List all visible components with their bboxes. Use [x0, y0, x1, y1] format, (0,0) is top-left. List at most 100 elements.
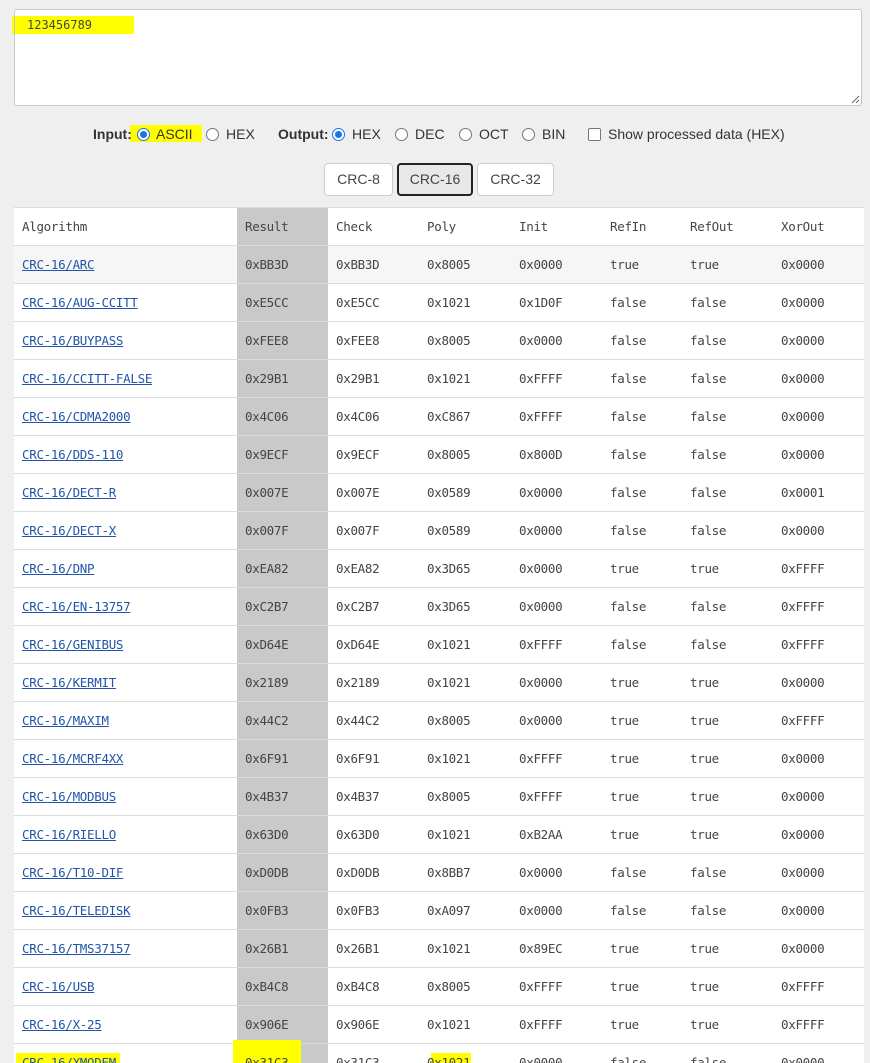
algorithm-cell[interactable]: CRC-16/RIELLO: [22, 816, 232, 853]
algorithm-link[interactable]: CRC-16/TMS37157: [22, 941, 131, 956]
resize-grip-icon[interactable]: [850, 94, 860, 104]
init-cell: 0xFFFF: [519, 398, 599, 435]
algorithm-cell[interactable]: CRC-16/GENIBUS: [22, 626, 232, 663]
algorithm-cell[interactable]: CRC-16/DDS-110: [22, 436, 232, 473]
output-oct-radio[interactable]: [459, 128, 472, 141]
algorithm-cell[interactable]: CRC-16/CDMA2000: [22, 398, 232, 435]
refin-cell-text: false: [610, 371, 647, 386]
refin-cell-text: false: [610, 903, 647, 918]
algorithm-link[interactable]: CRC-16/T10-DIF: [22, 865, 123, 880]
output-dec-radio[interactable]: [395, 128, 408, 141]
algorithm-cell[interactable]: CRC-16/CCITT-FALSE: [22, 360, 232, 397]
input-label: Input:: [93, 126, 132, 142]
algorithm-link[interactable]: CRC-16/DDS-110: [22, 447, 123, 462]
table-row: CRC-16/AUG-CCITT 0xE5CC 0xE5CC 0x1021 0x1D0F…: [14, 284, 864, 322]
tab-crc-32[interactable]: CRC-32: [477, 163, 554, 196]
algorithm-cell[interactable]: CRC-16/T10-DIF: [22, 854, 232, 891]
algorithm-cell[interactable]: CRC-16/DECT-R: [22, 474, 232, 511]
input-hex-radio[interactable]: [206, 128, 219, 141]
algorithm-link[interactable]: CRC-16/DECT-X: [22, 523, 116, 538]
refin-cell-text: true: [610, 941, 639, 956]
init-cell: 0x0000: [519, 550, 599, 587]
algorithm-link[interactable]: CRC-16/EN-13757: [22, 599, 131, 614]
header-result: Result: [237, 208, 328, 245]
table-row: CRC-16/BUYPASS 0xFEE8 0xFEE8 0x8005 0x0000 fa…: [14, 322, 864, 360]
algorithm-link[interactable]: CRC-16/CDMA2000: [22, 409, 131, 424]
algorithm-cell[interactable]: CRC-16/DNP: [22, 550, 232, 587]
output-oct-label[interactable]: OCT: [479, 126, 509, 142]
algorithm-link[interactable]: CRC-16/BUYPASS: [22, 333, 123, 348]
input-ascii-label[interactable]: ASCII: [156, 126, 193, 142]
check-cell: 0x6F91: [336, 740, 416, 777]
poly-cell: 0x8005: [427, 322, 507, 359]
result-cell-text: 0xEA82: [245, 561, 289, 576]
algorithm-link[interactable]: CRC-16/USB: [22, 979, 95, 994]
poly-cell: 0x8005: [427, 778, 507, 815]
output-bin-radio[interactable]: [522, 128, 535, 141]
result-cell: 0x29B1: [237, 360, 328, 397]
refout-cell: false: [690, 1044, 770, 1063]
algorithm-cell[interactable]: CRC-16/X-25: [22, 1006, 232, 1043]
algorithm-link[interactable]: CRC-16/DECT-R: [22, 485, 116, 500]
check-cell-text: 0x26B1: [336, 941, 380, 956]
algorithm-cell[interactable]: CRC-16/TMS37157: [22, 930, 232, 967]
algorithm-link[interactable]: CRC-16/AUG-CCITT: [22, 295, 138, 310]
algorithm-cell[interactable]: CRC-16/BUYPASS: [22, 322, 232, 359]
show-processed-label[interactable]: Show processed data (HEX): [608, 126, 785, 142]
algorithm-cell[interactable]: CRC-16/ARC: [22, 246, 232, 283]
refin-cell: false: [610, 436, 680, 473]
algorithm-link[interactable]: CRC-16/KERMIT: [22, 675, 116, 690]
algorithm-cell[interactable]: CRC-16/XMODEM: [16, 1044, 232, 1063]
algorithm-link[interactable]: CRC-16/ARC: [22, 257, 95, 272]
init-cell: 0xFFFF: [519, 360, 599, 397]
algorithm-link[interactable]: CRC-16/MCRF4XX: [22, 751, 123, 766]
check-cell-text: 0x007E: [336, 485, 380, 500]
algorithm-link[interactable]: CRC-16/MAXIM: [22, 713, 109, 728]
algorithm-link[interactable]: CRC-16/GENIBUS: [22, 637, 123, 652]
algorithm-cell[interactable]: CRC-16/AUG-CCITT: [22, 284, 232, 321]
result-cell-text: 0xE5CC: [245, 295, 289, 310]
output-dec-label[interactable]: DEC: [415, 126, 445, 142]
refout-cell: false: [690, 436, 770, 473]
algorithm-link[interactable]: CRC-16/CCITT-FALSE: [22, 371, 152, 386]
table-row: CRC-16/DECT-X 0x007F 0x007F 0x0589 0x0000 fal…: [14, 512, 864, 550]
refout-cell: false: [690, 474, 770, 511]
tab-crc-16[interactable]: CRC-16: [397, 163, 473, 196]
result-cell-text: 0xC2B7: [245, 599, 289, 614]
algorithm-cell[interactable]: CRC-16/KERMIT: [22, 664, 232, 701]
algorithm-link[interactable]: CRC-16/X-25: [22, 1017, 102, 1032]
tab-crc-8[interactable]: CRC-8: [324, 163, 393, 196]
input-hex-label[interactable]: HEX: [226, 126, 255, 142]
xorout-cell: 0x0001: [781, 474, 861, 511]
algorithm-cell[interactable]: CRC-16/MAXIM: [22, 702, 232, 739]
output-hex-label[interactable]: HEX: [352, 126, 381, 142]
algorithm-link[interactable]: CRC-16/TELEDISK: [22, 903, 131, 918]
result-cell-text: 0xB4C8: [245, 979, 289, 994]
algorithm-link[interactable]: CRC-16/MODBUS: [22, 789, 116, 804]
algorithm-cell[interactable]: CRC-16/EN-13757: [22, 588, 232, 625]
algorithm-cell[interactable]: CRC-16/DECT-X: [22, 512, 232, 549]
algorithm-link[interactable]: CRC-16/RIELLO: [22, 827, 116, 842]
output-hex-radio[interactable]: [332, 128, 345, 141]
output-bin-label[interactable]: BIN: [542, 126, 565, 142]
show-processed-checkbox[interactable]: [588, 128, 601, 141]
xorout-cell-text: 0xFFFF: [781, 561, 825, 576]
result-cell: 0xC2B7: [237, 588, 328, 625]
algorithm-link[interactable]: CRC-16/XMODEM: [22, 1055, 116, 1063]
refout-cell: true: [690, 968, 770, 1005]
init-cell-text: 0x0000: [519, 257, 563, 272]
algorithm-cell[interactable]: CRC-16/MODBUS: [22, 778, 232, 815]
refout-cell-text: true: [690, 257, 719, 272]
algorithm-cell[interactable]: CRC-16/TELEDISK: [22, 892, 232, 929]
algorithm-link[interactable]: CRC-16/DNP: [22, 561, 95, 576]
options-row: Input: ASCII HEX Output: HEX DEC OCT BIN…: [0, 124, 870, 146]
refin-cell: false: [610, 626, 680, 663]
refin-cell-text: true: [610, 257, 639, 272]
refout-cell-text: true: [690, 713, 719, 728]
input-textarea[interactable]: 123456789: [14, 9, 862, 106]
algorithm-cell[interactable]: CRC-16/USB: [22, 968, 232, 1005]
algorithm-cell[interactable]: CRC-16/MCRF4XX: [22, 740, 232, 777]
input-ascii-radio[interactable]: [137, 128, 150, 141]
refout-cell-text: false: [690, 523, 727, 538]
refin-cell: false: [610, 512, 680, 549]
